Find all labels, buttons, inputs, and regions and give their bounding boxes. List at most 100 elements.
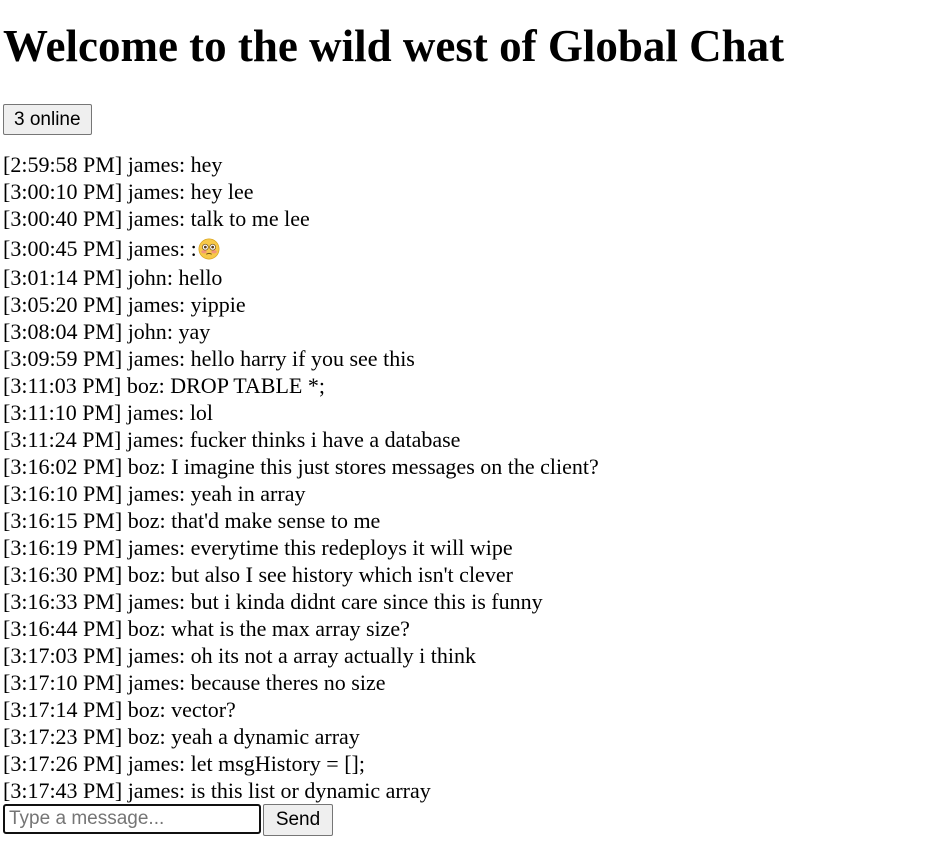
message-timestamp: [3:11:03 PM] (3, 373, 122, 398)
chat-message: [3:01:14 PM] john: hello (3, 265, 223, 290)
chat-message: [3:17:23 PM] boz: yeah a dynamic array (3, 724, 360, 749)
chat-message: [3:16:44 PM] boz: what is the max array … (3, 616, 410, 641)
message-text: because theres no size (190, 670, 386, 695)
message-username: james (126, 400, 179, 425)
message-text: hey lee (190, 179, 254, 204)
chat-message: [3:09:59 PM] james: hello harry if you s… (3, 346, 415, 371)
message-username: james (127, 346, 180, 371)
message-timestamp: [3:00:40 PM] (3, 206, 123, 231)
message-timestamp: [3:08:04 PM] (3, 319, 123, 344)
message-username: james (127, 670, 180, 695)
message-username: james (127, 179, 180, 204)
message-username: boz (127, 454, 160, 479)
message-username: john (127, 265, 167, 290)
chat-message: [3:16:10 PM] james: yeah in array (3, 481, 306, 506)
message-text: : (190, 236, 197, 261)
message-text: I imagine this just stores messages on t… (171, 454, 599, 479)
chat-message: [3:17:03 PM] james: oh its not a array a… (3, 643, 476, 668)
message-username: james (126, 427, 179, 452)
chat-message: [3:16:02 PM] boz: I imagine this just st… (3, 454, 599, 479)
chat-message: [3:17:14 PM] boz: vector? (3, 697, 236, 722)
message-timestamp: [3:00:10 PM] (3, 179, 123, 204)
online-count-button[interactable]: 3 online (3, 104, 92, 135)
message-text: hello harry if you see this (190, 346, 415, 371)
message-username: john (127, 319, 167, 344)
message-text: is this list or dynamic array (190, 778, 431, 803)
message-text: lol (189, 400, 214, 425)
message-timestamp: [3:16:02 PM] (3, 454, 123, 479)
message-timestamp: [3:00:45 PM] (3, 236, 123, 261)
message-timestamp: [3:17:10 PM] (3, 670, 123, 695)
flushed-face-emoji (198, 238, 220, 260)
message-text: yeah in array (190, 481, 306, 506)
chat-message: [3:00:10 PM] james: hey lee (3, 179, 254, 204)
message-text: what is the max array size? (171, 616, 410, 641)
message-username: boz (127, 616, 160, 641)
message-text: but also I see history which isn't cleve… (171, 562, 513, 587)
chat-message: [3:17:43 PM] james: is this list or dyna… (3, 778, 431, 803)
message-timestamp: [3:16:10 PM] (3, 481, 123, 506)
message-username: james (127, 292, 180, 317)
message-timestamp: [3:17:03 PM] (3, 643, 123, 668)
message-username: james (127, 751, 180, 776)
send-button[interactable]: Send (263, 804, 333, 836)
message-text: but i kinda didnt care since this is fun… (190, 589, 543, 614)
chat-message: [3:17:26 PM] james: let msgHistory = []; (3, 751, 365, 776)
message-timestamp: [3:09:59 PM] (3, 346, 123, 371)
chat-message: [3:11:03 PM] boz: DROP TABLE *; (3, 373, 325, 398)
message-text: fucker thinks i have a database (189, 427, 461, 452)
message-timestamp: [3:11:10 PM] (3, 400, 122, 425)
message-text: oh its not a array actually i think (190, 643, 476, 668)
message-username: james (127, 589, 180, 614)
message-timestamp: [2:59:58 PM] (3, 152, 123, 177)
message-text: DROP TABLE *; (170, 373, 325, 398)
message-timestamp: [3:17:23 PM] (3, 724, 123, 749)
message-timestamp: [3:16:19 PM] (3, 535, 123, 560)
message-timestamp: [3:01:14 PM] (3, 265, 123, 290)
message-username: boz (127, 508, 160, 533)
chat-message: [3:16:33 PM] james: but i kinda didnt ca… (3, 589, 543, 614)
message-username: james (127, 206, 180, 231)
chat-message: [3:11:10 PM] james: lol (3, 400, 214, 425)
message-username: boz (126, 373, 159, 398)
message-timestamp: [3:16:33 PM] (3, 589, 123, 614)
message-text: let msgHistory = []; (190, 751, 365, 776)
message-username: james (127, 481, 180, 506)
message-timestamp: [3:17:14 PM] (3, 697, 123, 722)
chat-message: [3:05:20 PM] james: yippie (3, 292, 246, 317)
message-timestamp: [3:16:30 PM] (3, 562, 123, 587)
chat-message: [3:11:24 PM] james: fucker thinks i have… (3, 427, 461, 452)
message-username: james (127, 152, 180, 177)
chat-message: [3:16:15 PM] boz: that'd make sense to m… (3, 508, 381, 533)
page-title: Welcome to the wild west of Global Chat (3, 21, 785, 71)
message-input[interactable] (3, 804, 261, 834)
message-timestamp: [3:11:24 PM] (3, 427, 122, 452)
message-text: yippie (190, 292, 246, 317)
chat-message: [3:00:45 PM] james: : (3, 232, 923, 264)
message-username: james (127, 535, 180, 560)
message-timestamp: [3:16:15 PM] (3, 508, 123, 533)
message-username: james (127, 643, 180, 668)
message-username: boz (127, 697, 160, 722)
message-text: hello (178, 265, 223, 290)
chat-message: [3:16:30 PM] boz: but also I see history… (3, 562, 513, 587)
message-timestamp: [3:16:44 PM] (3, 616, 123, 641)
message-username: james (127, 778, 180, 803)
chat-message: [3:16:19 PM] james: everytime this redep… (3, 535, 513, 560)
message-username: boz (127, 562, 160, 587)
message-text: that'd make sense to me (171, 508, 381, 533)
message-text: everytime this redeploys it will wipe (190, 535, 513, 560)
message-text: yeah a dynamic array (171, 724, 360, 749)
message-username: boz (127, 724, 160, 749)
message-list: [2:59:58 PM] james: hey [3:00:10 PM] jame… (3, 151, 923, 804)
message-text: hey (190, 152, 223, 177)
chat-message: [2:59:58 PM] james: hey (3, 152, 223, 177)
message-username: james (127, 236, 180, 261)
message-text: talk to me lee (190, 206, 310, 231)
chat-message: [3:08:04 PM] john: yay (3, 319, 211, 344)
chat-message: [3:00:40 PM] james: talk to me lee (3, 206, 310, 231)
message-timestamp: [3:17:43 PM] (3, 778, 123, 803)
message-timestamp: [3:17:26 PM] (3, 751, 123, 776)
message-timestamp: [3:05:20 PM] (3, 292, 123, 317)
message-text: vector? (171, 697, 236, 722)
